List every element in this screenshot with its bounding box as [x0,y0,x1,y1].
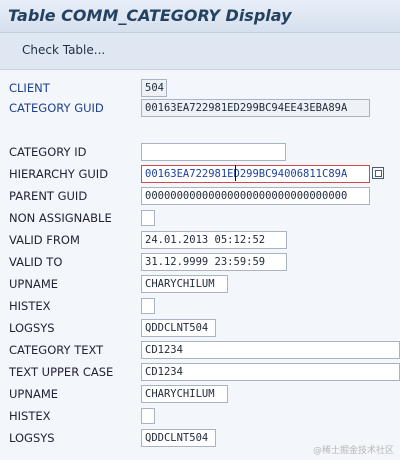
field-value-logsys[interactable]: QDDCLNT504 [141,319,216,337]
field-row-histex: HISTEX [0,296,400,316]
field-label-upname: UPNAME [4,274,134,294]
text-cursor [235,165,236,181]
field-row-valid-to: VALID TO 31.12.9999 23:59:59 [0,252,400,272]
application-toolbar: Check Table... [0,33,400,70]
field-row-category-guid: CATEGORY GUID 00163EA722981ED299BC94EE43… [0,98,400,118]
field-value-valid-to[interactable]: 31.12.9999 23:59:59 [141,253,287,271]
field-value-category-guid[interactable]: 00163EA722981ED299BC94EE43EBA89A [141,99,370,117]
field-value-upname-2[interactable]: CHARYCHILUM [141,385,228,403]
field-label-logsys-2: LOGSYS [4,428,134,448]
field-row-text-upper-case: TEXT UPPER CASE CD1234 [0,362,400,382]
field-value-upname[interactable]: CHARYCHILUM [141,275,228,293]
field-row-category-id: CATEGORY ID [0,142,400,162]
field-row-non-assignable: NON ASSIGNABLE [0,208,400,228]
field-label-histex-2: HISTEX [4,406,134,426]
field-label-histex: HISTEX [4,296,134,316]
field-label-category-guid: CATEGORY GUID [4,98,134,118]
field-label-category-id: CATEGORY ID [4,142,134,162]
field-value-category-text[interactable]: CD1234 [141,341,400,359]
field-row-upname: UPNAME CHARYCHILUM [0,274,400,294]
value-help-icon[interactable] [372,167,384,179]
field-list: CLIENT 504 CATEGORY GUID 00163EA722981ED… [0,70,400,460]
field-label-hierarchy-guid: HIERARCHY GUID [4,164,134,184]
field-row-hierarchy-guid: HIERARCHY GUID 00163EA722981ED299BC94006… [0,164,400,184]
field-value-text-upper-case[interactable]: CD1234 [141,363,400,381]
field-value-logsys-2[interactable]: QDDCLNT504 [141,429,216,447]
field-row-histex-2: HISTEX [0,406,400,426]
field-label-non-assignable: NON ASSIGNABLE [4,208,134,228]
field-row-category-text: CATEGORY TEXT CD1234 [0,340,400,360]
check-table-button[interactable]: Check Table... [8,39,119,61]
field-label-valid-from: VALID FROM [4,230,134,250]
field-label-valid-to: VALID TO [4,252,134,272]
field-value-hierarchy-guid[interactable]: 00163EA722981ED299BC94006811C89A [141,165,370,183]
field-row-logsys: LOGSYS QDDCLNT504 [0,318,400,338]
field-row-valid-from: VALID FROM 24.01.2013 05:12:52 [0,230,400,250]
field-value-parent-guid[interactable]: 00000000000000000000000000000000 [141,187,370,205]
title-bar: Table COMM_CATEGORY Display [0,0,400,33]
field-row-parent-guid: PARENT GUID 0000000000000000000000000000… [0,186,400,206]
field-value-valid-from[interactable]: 24.01.2013 05:12:52 [141,231,287,249]
field-label-client: CLIENT [4,78,134,98]
field-value-non-assignable[interactable] [141,210,155,226]
field-value-histex[interactable] [141,298,155,314]
field-row-client: CLIENT 504 [0,78,400,98]
field-label-parent-guid: PARENT GUID [4,186,134,206]
field-value-histex-2[interactable] [141,408,155,424]
field-label-category-text: CATEGORY TEXT [4,340,134,360]
watermark: @稀土掘金技术社区 [312,446,394,456]
window-title: Table COMM_CATEGORY Display [8,6,292,25]
field-label-text-upper-case: TEXT UPPER CASE [4,362,134,382]
field-value-category-id[interactable] [141,143,286,161]
field-label-upname-2: UPNAME [4,384,134,404]
field-row-upname-2: UPNAME CHARYCHILUM [0,384,400,404]
field-label-logsys: LOGSYS [4,318,134,338]
field-value-client[interactable]: 504 [141,79,167,97]
